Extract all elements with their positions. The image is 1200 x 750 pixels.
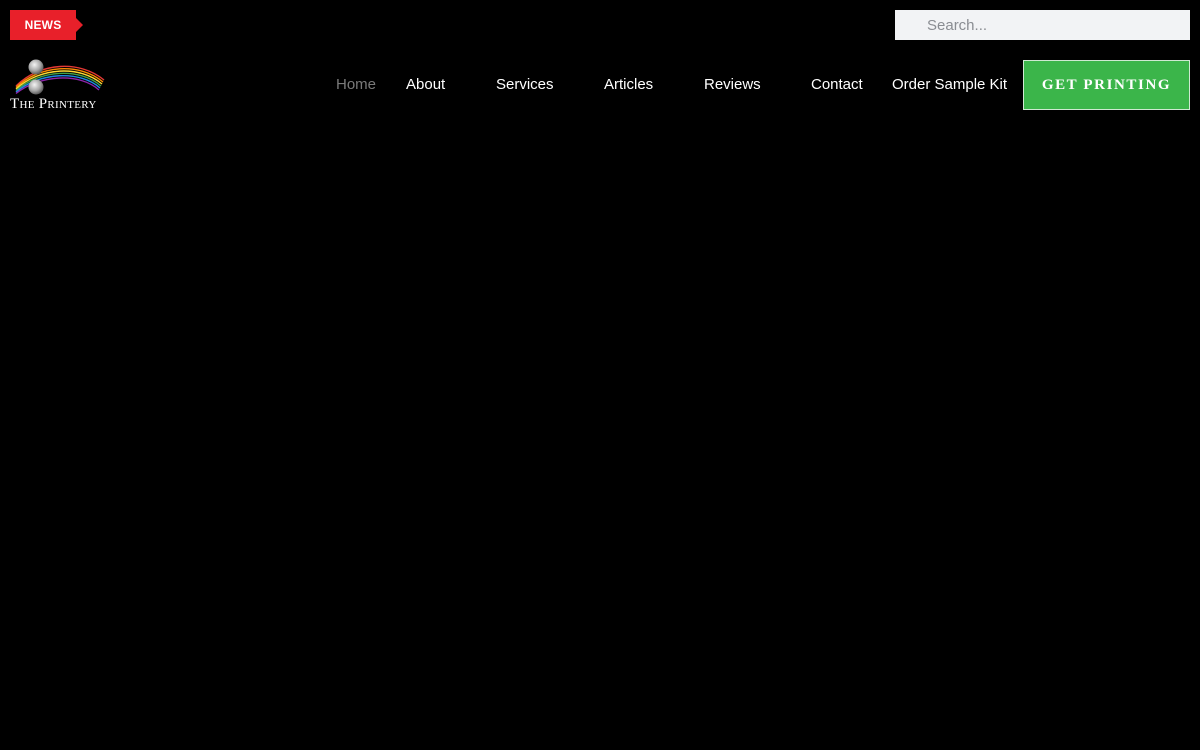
page: NEWS The Printery Home About S [0,0,1200,750]
search-box[interactable] [895,10,1190,40]
get-printing-button[interactable]: GET PRINTING [1023,60,1190,110]
main-nav: Home About Services Articles Reviews Con… [0,60,1200,110]
nav-item-home[interactable]: Home [336,60,376,110]
nav-item-reviews[interactable]: Reviews [704,60,761,110]
nav-item-order-sample-kit[interactable]: Order Sample Kit [892,60,1007,110]
nav-item-contact[interactable]: Contact [811,60,863,110]
main-content [0,130,1200,750]
nav-item-articles[interactable]: Articles [604,60,653,110]
nav-item-about[interactable]: About [406,60,445,110]
search-input[interactable] [895,10,1190,40]
nav-item-services[interactable]: Services [496,60,554,110]
news-badge[interactable]: NEWS [10,10,83,40]
